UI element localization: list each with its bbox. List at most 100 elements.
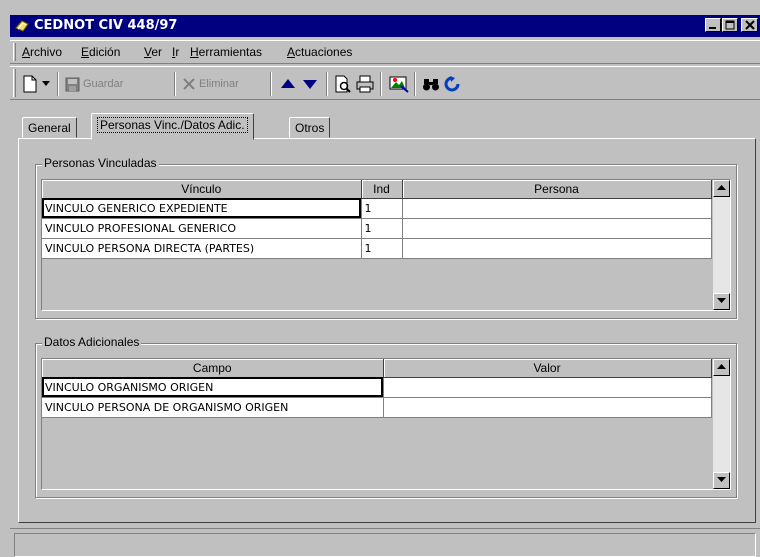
toolbar-separator [174, 72, 176, 96]
datos-grid[interactable]: Campo Valor VINCULO ORGANISMO ORIGEN VIN… [41, 358, 731, 490]
arrow-up-icon [281, 79, 295, 88]
image-button[interactable] [388, 73, 410, 95]
toolbar-separator [414, 72, 416, 96]
delete-label: Eliminar [199, 78, 239, 90]
tab-personas-datos[interactable]: Personas Vinc./Datos Adic. [91, 113, 254, 140]
next-record-button[interactable] [302, 73, 318, 95]
window-title: CEDNOT CIV 448/97 [34, 18, 178, 33]
datos-adicionales-title: Datos Adicionales [42, 335, 142, 349]
personas-scrollbar[interactable] [713, 180, 730, 310]
column-header-campo[interactable]: Campo [42, 359, 384, 378]
close-button[interactable] [741, 18, 758, 32]
binoculars-icon [423, 79, 439, 91]
print-preview-button[interactable] [334, 73, 352, 95]
print-icon [356, 75, 374, 93]
menu-ver[interactable]: Ver [144, 45, 162, 59]
search-button[interactable] [422, 73, 440, 95]
column-header-persona[interactable]: Persona [402, 180, 712, 199]
refresh-icon [444, 76, 460, 92]
toolbar: Guardar Eliminar [10, 66, 760, 100]
datos-adicionales-group: Datos Adicionales Campo Valor VINCULO OR… [35, 335, 737, 498]
app-icon [14, 18, 30, 34]
column-header-ind[interactable]: Ind [361, 180, 403, 199]
status-bar [10, 528, 760, 557]
cell-valor[interactable] [383, 377, 712, 398]
personas-header-row: Vínculo Ind Persona [42, 180, 712, 199]
status-panel [14, 533, 756, 557]
cell-persona[interactable] [402, 238, 712, 259]
new-dropdown-button[interactable] [42, 73, 50, 95]
cell-valor[interactable] [383, 397, 712, 418]
close-icon [744, 20, 755, 30]
tab-general-label: General [28, 121, 71, 135]
print-button[interactable] [356, 73, 374, 95]
tab-otros[interactable]: Otros [289, 117, 331, 138]
application-window: CEDNOT CIV 448/97 Archivo Edición Ver Ir… [0, 0, 760, 557]
cell-persona[interactable] [402, 218, 712, 239]
cell-campo[interactable]: VINCULO PERSONA DE ORGANISMO ORIGEN [42, 397, 384, 418]
toolbar-separator [326, 72, 328, 96]
table-row[interactable]: VINCULO PROFESIONAL GENERICO 1 [42, 218, 712, 239]
save-button[interactable]: Guardar [65, 73, 123, 95]
delete-button[interactable]: Eliminar [182, 73, 239, 95]
scroll-up-button[interactable] [713, 359, 730, 376]
menu-edicion[interactable]: Edición [81, 45, 120, 59]
column-header-vinculo[interactable]: Vínculo [42, 180, 362, 199]
cell-vinculo[interactable]: VINCULO GENERICO EXPEDIENTE [42, 198, 362, 219]
refresh-button[interactable] [444, 73, 460, 95]
previous-record-button[interactable] [280, 73, 296, 95]
cell-campo[interactable]: VINCULO ORGANISMO ORIGEN [42, 377, 384, 398]
scroll-up-icon [717, 364, 726, 369]
print-preview-icon [335, 75, 351, 93]
new-document-icon [23, 75, 37, 93]
cell-ind[interactable]: 1 [361, 218, 403, 239]
scroll-down-button[interactable] [713, 472, 730, 489]
tab-general[interactable]: General [22, 117, 77, 138]
maximize-icon [725, 20, 735, 30]
cell-ind[interactable]: 1 [361, 238, 403, 259]
menu-ir[interactable]: Ir [172, 45, 179, 59]
column-header-valor[interactable]: Valor [383, 359, 712, 378]
scroll-down-button[interactable] [713, 293, 730, 310]
toolbar-separator [57, 72, 59, 96]
datos-scrollbar[interactable] [713, 359, 730, 489]
datos-header-row: Campo Valor [42, 359, 712, 378]
personas-grid[interactable]: Vínculo Ind Persona VINCULO GENERICO EXP… [41, 179, 731, 311]
save-icon [65, 77, 80, 91]
datos-table: Campo Valor VINCULO ORGANISMO ORIGEN VIN… [42, 359, 712, 418]
table-row[interactable]: VINCULO PERSONA DE ORGANISMO ORIGEN [42, 397, 712, 418]
scroll-down-icon [717, 298, 726, 303]
arrow-down-icon [303, 80, 317, 89]
menu-actuaciones[interactable]: Actuaciones [287, 45, 352, 59]
table-row[interactable]: VINCULO PERSONA DIRECTA (PARTES) 1 [42, 238, 712, 259]
personas-vinculadas-title: Personas Vinculadas [42, 156, 159, 170]
cell-vinculo[interactable]: VINCULO PROFESIONAL GENERICO [42, 218, 362, 239]
menu-archivo[interactable]: Archivo [22, 45, 62, 59]
dropdown-arrow-icon [42, 81, 50, 86]
table-row[interactable]: VINCULO GENERICO EXPEDIENTE 1 [42, 198, 712, 219]
scroll-down-icon [717, 477, 726, 482]
toolbar-grip[interactable] [13, 69, 16, 97]
minimize-icon [709, 27, 716, 29]
personas-vinculadas-group: Personas Vinculadas Vínculo Ind Persona … [35, 156, 737, 319]
cell-vinculo[interactable]: VINCULO PERSONA DIRECTA (PARTES) [42, 238, 362, 259]
cell-persona[interactable] [402, 198, 712, 219]
scroll-up-button[interactable] [713, 180, 730, 197]
menu-herramientas[interactable]: Herramientas [190, 45, 262, 59]
cell-ind[interactable]: 1 [361, 198, 403, 219]
tab-otros-label: Otros [295, 121, 325, 135]
maximize-button[interactable] [722, 18, 738, 32]
save-label: Guardar [83, 78, 124, 90]
minimize-button[interactable] [705, 18, 721, 32]
menubar-grip[interactable] [13, 43, 16, 61]
menu-bar: Archivo Edición Ver Ir Herramientas Actu… [10, 40, 760, 64]
scroll-up-icon [717, 185, 726, 190]
new-button[interactable] [22, 73, 38, 95]
tab-personas-datos-label: Personas Vinc./Datos Adic. [97, 117, 248, 133]
title-bar[interactable]: CEDNOT CIV 448/97 [10, 15, 760, 37]
personas-table: Vínculo Ind Persona VINCULO GENERICO EXP… [42, 180, 712, 259]
table-row[interactable]: VINCULO ORGANISMO ORIGEN [42, 377, 712, 398]
image-icon [389, 76, 409, 93]
delete-icon [183, 78, 195, 90]
toolbar-separator [380, 72, 382, 96]
